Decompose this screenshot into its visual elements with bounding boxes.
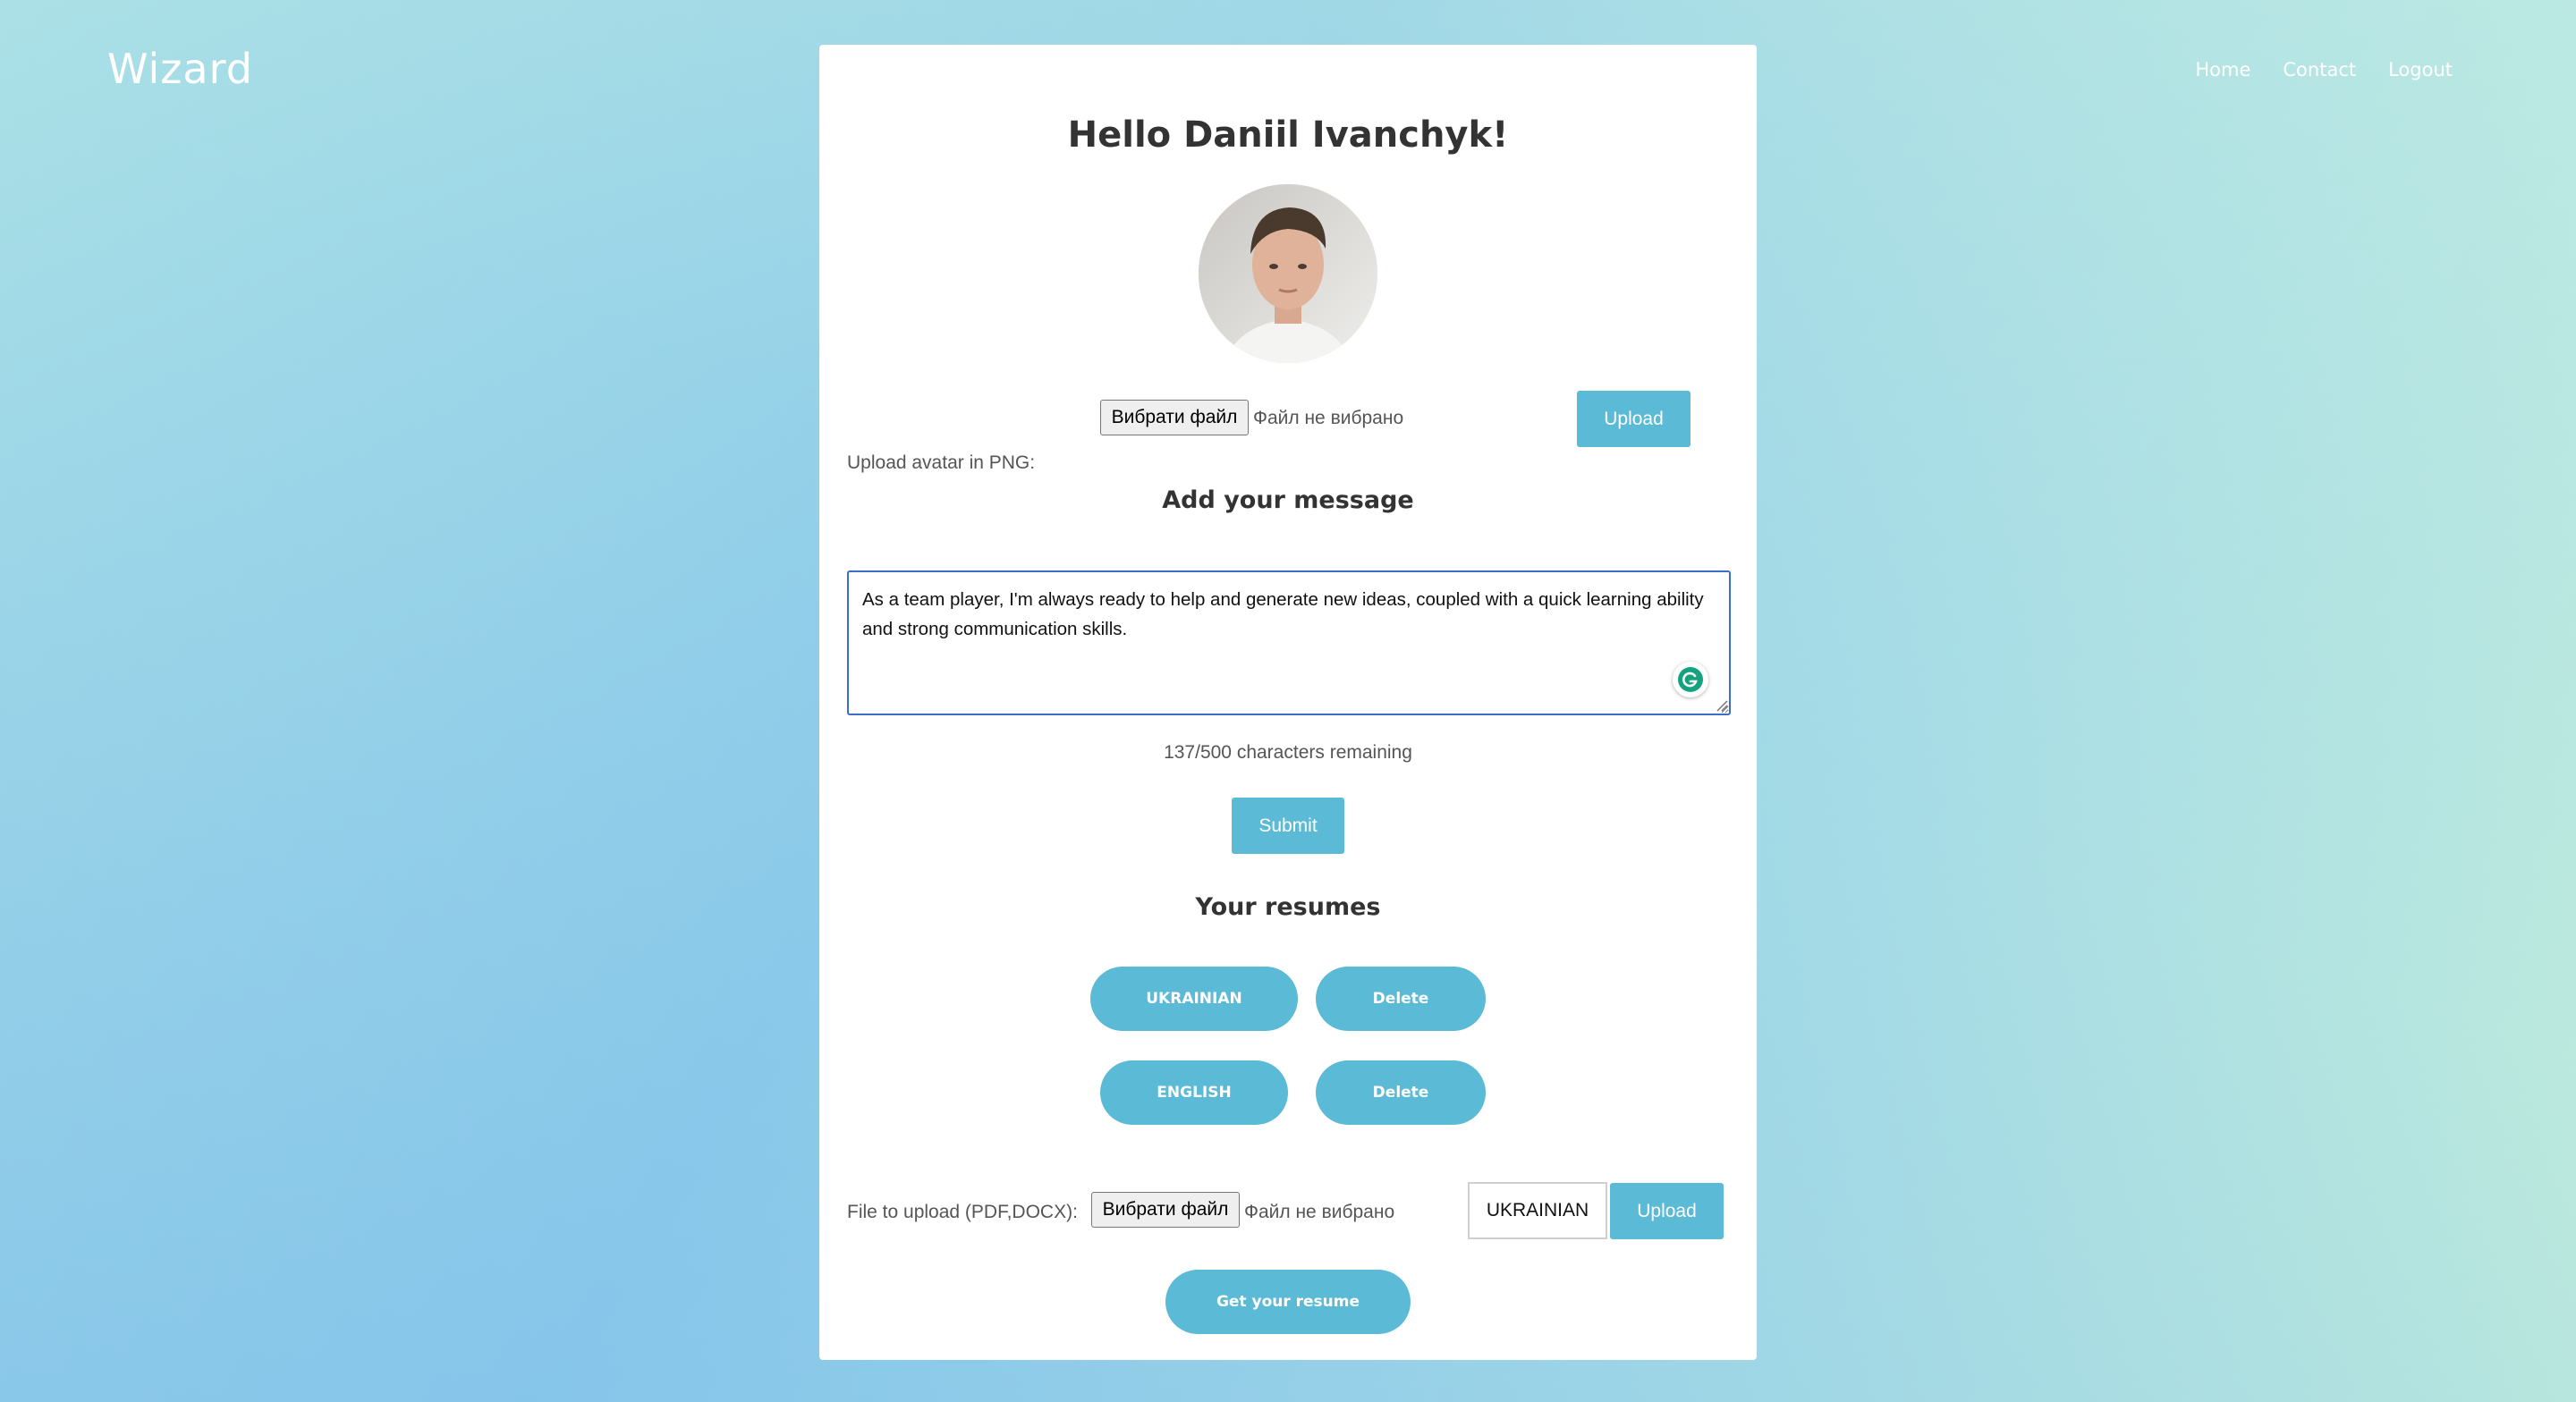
character-counter: 137/500 characters remaining	[1164, 742, 1412, 763]
resume-upload-button[interactable]: Upload	[1610, 1183, 1724, 1239]
resume-language-select[interactable]: UKRAINIAN	[1468, 1182, 1607, 1239]
message-section-title: Add your message	[1162, 486, 1414, 514]
nav-home-link[interactable]: Home	[2195, 59, 2250, 80]
get-resume-button[interactable]: Get your resume	[1165, 1270, 1411, 1334]
avatar	[1199, 184, 1377, 363]
avatar-choose-file-button[interactable]: Вибрати файл	[1100, 400, 1249, 435]
resize-grip-icon[interactable]	[1716, 699, 1728, 712]
resumes-section-title: Your resumes	[1195, 893, 1381, 921]
submit-message-button[interactable]: Submit	[1232, 798, 1344, 854]
resume-no-file-text: Файл не вибрано	[1244, 1202, 1395, 1222]
message-textarea[interactable]	[847, 570, 1731, 715]
resume-english-delete-button[interactable]: Delete	[1316, 1060, 1486, 1125]
resume-file-label: File to upload (PDF,DOCX):	[847, 1202, 1078, 1222]
resume-choose-file-button[interactable]: Вибрати файл	[1091, 1192, 1240, 1228]
nav-logout-link[interactable]: Logout	[2388, 59, 2453, 80]
profile-card: Hello Daniil Ivanchyk! Upload avatar in …	[819, 45, 1757, 1360]
grammarly-icon[interactable]	[1673, 662, 1708, 697]
nav-contact-link[interactable]: Contact	[2283, 59, 2356, 80]
resume-english-button[interactable]: ENGLISH	[1100, 1060, 1288, 1125]
avatar-upload-label: Upload avatar in PNG:	[847, 452, 1036, 473]
page-title: Hello Daniil Ivanchyk!	[1067, 114, 1509, 156]
avatar-no-file-text: Файл не вибрано	[1253, 408, 1404, 428]
brand-logo[interactable]: Wizard	[107, 45, 253, 93]
resume-ukrainian-delete-button[interactable]: Delete	[1316, 967, 1486, 1031]
avatar-photo	[1199, 184, 1377, 363]
avatar-upload-button[interactable]: Upload	[1577, 391, 1690, 447]
resume-ukrainian-button[interactable]: UKRAINIAN	[1090, 967, 1298, 1031]
top-nav: Home Contact Logout	[2195, 59, 2453, 80]
